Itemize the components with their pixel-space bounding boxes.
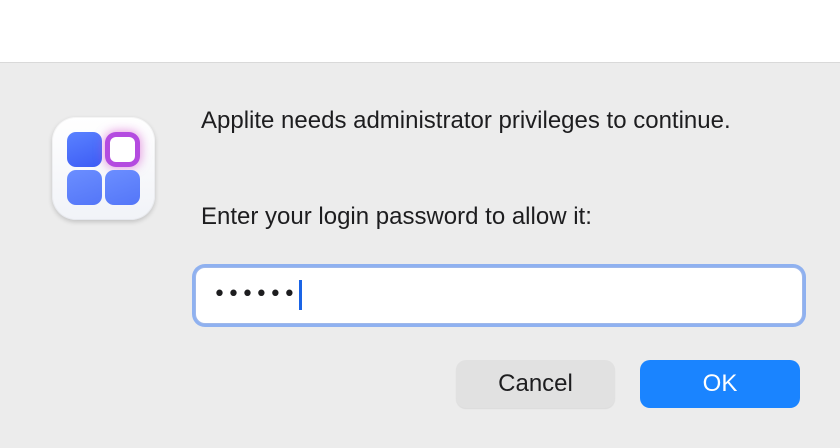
password-value-wrapper: •••••• xyxy=(213,280,302,310)
applite-app-icon xyxy=(52,117,155,220)
password-masked-value: •••••• xyxy=(213,282,297,307)
app-icon-tile-top-right xyxy=(110,137,135,162)
app-icon-tile-bottom-left xyxy=(67,170,102,205)
password-prompt: Enter your login password to allow it: xyxy=(201,203,592,230)
ok-button[interactable]: OK xyxy=(640,360,800,408)
dialog-titlebar xyxy=(0,0,840,63)
password-field[interactable]: •••••• xyxy=(195,267,803,324)
auth-dialog-window: Applite needs administrator privileges t… xyxy=(0,0,840,448)
dialog-message: Applite needs administrator privileges t… xyxy=(201,107,731,134)
app-icon-tile-bottom-right xyxy=(105,170,140,205)
cancel-button[interactable]: Cancel xyxy=(456,360,615,408)
text-caret xyxy=(298,280,302,310)
app-icon-tile-top-left xyxy=(67,132,102,167)
